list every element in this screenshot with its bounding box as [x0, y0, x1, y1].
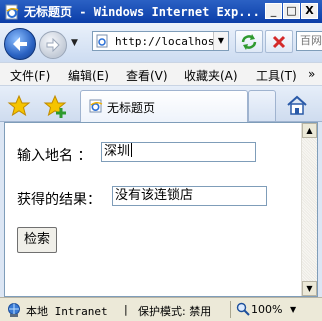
- back-button[interactable]: [4, 28, 36, 60]
- menu-bar: 文件(F) 编辑(E) 查看(V) 收藏夹(A) 工具(T) »: [0, 62, 322, 86]
- protected-mode-status[interactable]: 保护模式: 禁用: [138, 303, 211, 319]
- new-tab-button[interactable]: [248, 90, 276, 122]
- zoom-level[interactable]: 100%: [251, 303, 282, 316]
- maximize-button[interactable]: □: [283, 3, 300, 19]
- refresh-button[interactable]: [235, 30, 263, 53]
- intranet-globe-icon: [8, 303, 20, 317]
- scroll-up-arrow-icon[interactable]: ▲: [302, 123, 317, 138]
- location-label: 输入地名 ：: [17, 148, 92, 164]
- zoom-dropdown-icon[interactable]: ▼: [290, 305, 296, 314]
- status-bar: 本地 Intranet | 保护模式: 禁用 100% ▼: [0, 297, 322, 321]
- vertical-scrollbar[interactable]: ▲ ▼: [301, 123, 317, 296]
- menu-overflow[interactable]: »: [308, 67, 315, 81]
- minimize-button[interactable]: _: [265, 3, 282, 19]
- address-dropdown-icon[interactable]: ▼: [213, 32, 228, 50]
- add-favorites-icon[interactable]: [43, 94, 69, 120]
- tab-untitled[interactable]: 无标题页: [80, 90, 248, 122]
- status-divider: [230, 301, 231, 318]
- stop-button[interactable]: [265, 30, 293, 53]
- search-input[interactable]: 百网: [296, 31, 322, 51]
- ie-page-icon: [96, 34, 108, 48]
- scroll-down-arrow-icon[interactable]: ▼: [302, 281, 317, 296]
- home-icon[interactable]: [286, 94, 308, 116]
- page-content: 输入地名 ： 深圳 获得的结果： 没有该连锁店 检索 ▲ ▼: [4, 122, 318, 297]
- back-arrow-icon: [13, 37, 27, 51]
- stop-icon: [272, 35, 286, 49]
- ie-page-icon: [89, 99, 103, 113]
- close-button[interactable]: X: [301, 3, 318, 19]
- search-button[interactable]: 检索: [17, 227, 57, 253]
- result-input[interactable]: 没有该连锁店: [112, 186, 267, 206]
- ie-page-icon: [5, 4, 19, 20]
- zoom-icon[interactable]: [236, 302, 250, 316]
- tab-label: 无标题页: [107, 101, 156, 115]
- browser-window: 无标题页 - Windows Internet Exp... _ □ X ▼ h…: [0, 0, 322, 321]
- favorites-star-icon[interactable]: [7, 94, 31, 118]
- location-input[interactable]: 深圳: [101, 142, 256, 162]
- forward-button[interactable]: [39, 31, 67, 59]
- security-zone[interactable]: 本地 Intranet: [26, 303, 108, 319]
- menu-tools[interactable]: 工具(T): [256, 67, 297, 84]
- result-label: 获得的结果：: [17, 192, 101, 208]
- menu-view[interactable]: 查看(V): [126, 67, 168, 84]
- menu-favorites[interactable]: 收藏夹(A): [184, 67, 238, 84]
- history-dropdown[interactable]: ▼: [71, 38, 78, 48]
- menu-edit[interactable]: 编辑(E): [68, 67, 109, 84]
- address-bar[interactable]: http://localhost ▼: [92, 31, 229, 51]
- window-title: 无标题页 - Windows Internet Exp...: [24, 5, 260, 19]
- title-bar[interactable]: 无标题页 - Windows Internet Exp... _ □ X: [0, 0, 322, 23]
- forward-arrow-icon: [46, 38, 60, 52]
- refresh-icon: [241, 34, 257, 50]
- menu-file[interactable]: 文件(F): [10, 67, 50, 84]
- status-separator: |: [124, 303, 128, 316]
- address-url[interactable]: http://localhost: [115, 35, 221, 48]
